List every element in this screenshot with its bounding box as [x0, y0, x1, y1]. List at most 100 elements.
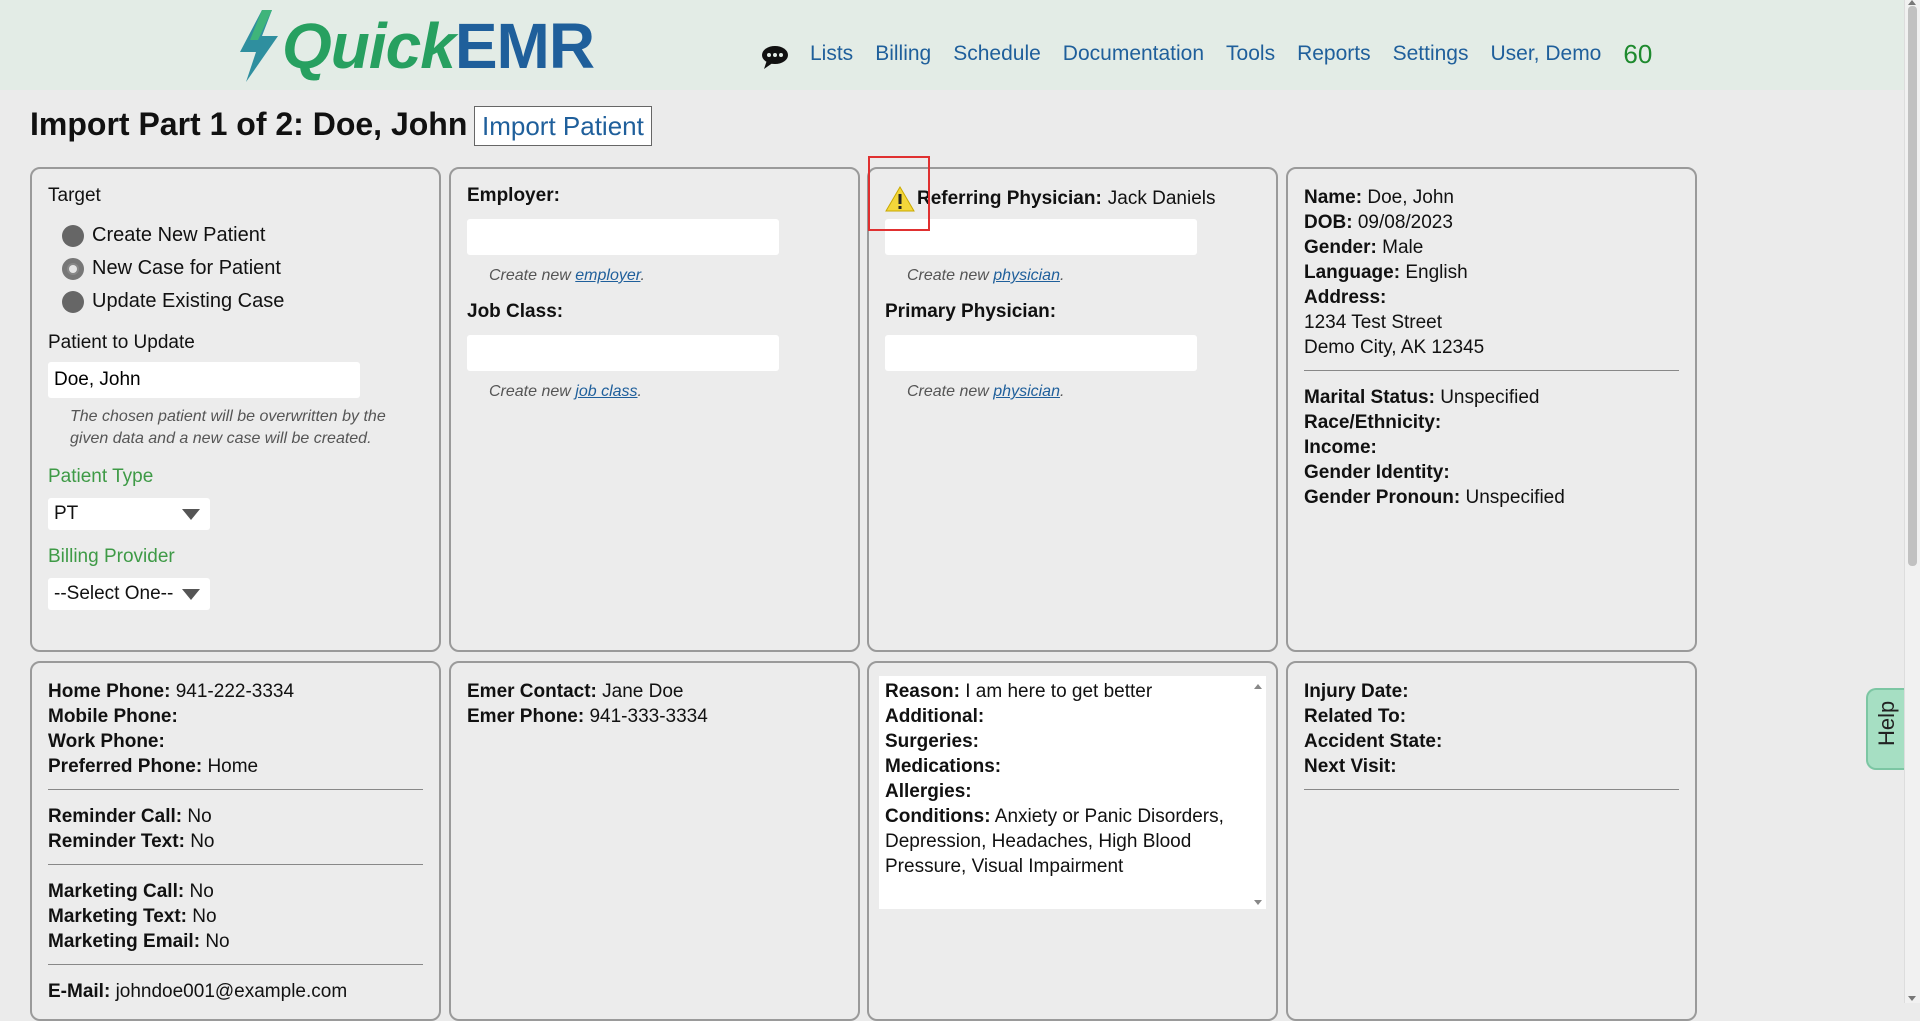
- address-line-2: Demo City, AK 12345: [1304, 337, 1485, 358]
- chevron-down-icon: [182, 589, 200, 600]
- employer-panel: Employer: Create new employer. Job Class…: [449, 167, 860, 652]
- divider: [48, 864, 423, 865]
- employer-input[interactable]: [467, 219, 779, 255]
- nav-settings[interactable]: Settings: [1393, 42, 1469, 66]
- create-physician-link[interactable]: physician: [993, 267, 1060, 284]
- injury-panel: Injury Date: Related To: Accident State:…: [1286, 661, 1697, 1021]
- patient-type-value: PT: [54, 503, 79, 524]
- visit-reason: I am here to get better: [965, 681, 1153, 702]
- referring-physician-input[interactable]: [885, 219, 1197, 255]
- patient-to-update-input[interactable]: [48, 362, 360, 398]
- patient-language: English: [1405, 262, 1468, 283]
- additional-label: Additional:: [885, 706, 985, 727]
- lightning-bolt-icon: [240, 10, 278, 82]
- radio-button[interactable]: [62, 290, 84, 313]
- nav-lists[interactable]: Lists: [810, 42, 853, 66]
- patient-dob: 09/08/2023: [1357, 212, 1453, 233]
- patient-gender: Male: [1382, 237, 1424, 258]
- reminder-call: No: [187, 806, 212, 827]
- medical-history-scrollbox[interactable]: Reason: I am here to get better Addition…: [879, 676, 1266, 909]
- radio-update-existing-case[interactable]: Update Existing Case: [62, 285, 423, 318]
- create-physician-link[interactable]: physician: [993, 383, 1060, 400]
- patient-type-label: Patient Type: [48, 466, 154, 487]
- reminder-text: No: [190, 831, 215, 852]
- patient-to-update-label: Patient to Update: [48, 332, 195, 353]
- marketing-call: No: [189, 881, 214, 902]
- page-title: Import Part 1 of 2: Doe, John: [30, 106, 468, 142]
- billing-provider-label: Billing Provider: [48, 546, 175, 567]
- allergies-label: Allergies:: [885, 781, 972, 802]
- medications-label: Medications:: [885, 756, 1002, 777]
- patient-type-select[interactable]: PT: [48, 498, 210, 530]
- preferred-phone: Home: [207, 756, 259, 777]
- nav-schedule[interactable]: Schedule: [953, 42, 1041, 66]
- help-label: Help: [1874, 700, 1899, 746]
- divider: [1304, 789, 1679, 790]
- divider: [48, 789, 423, 790]
- injury-date-label: Injury Date:: [1304, 681, 1409, 702]
- scroll-down-arrow-icon[interactable]: [1254, 900, 1262, 905]
- radio-label: New Case for Patient: [92, 257, 281, 279]
- referring-physician-label: Referring Physician:: [917, 188, 1102, 209]
- surgeries-label: Surgeries:: [885, 731, 979, 752]
- target-label: Target: [48, 185, 101, 206]
- nav-reports[interactable]: Reports: [1297, 42, 1371, 66]
- primary-physician-hint: Create new physician.: [907, 383, 1065, 400]
- scroll-up-arrow-icon[interactable]: [1254, 684, 1262, 689]
- chat-bubble-icon[interactable]: [760, 44, 790, 70]
- home-phone: 941-222-3334: [175, 681, 295, 702]
- job-class-hint: Create new job class.: [489, 383, 642, 400]
- nav-user-menu[interactable]: User, Demo: [1491, 42, 1602, 66]
- divider: [48, 964, 423, 965]
- referring-physician-row: Referring Physician: Jack Daniels: [885, 185, 1260, 213]
- address-label: Address:: [1304, 287, 1387, 308]
- emergency-contact-name: Jane Doe: [602, 681, 684, 702]
- marketing-email: No: [205, 931, 230, 952]
- quickemr-logo[interactable]: QuickEMR: [236, 6, 595, 86]
- scroll-up-arrow-icon[interactable]: [1908, 0, 1916, 5]
- demographics-panel: Name: Doe, John DOB: 09/08/2023 Gender: …: [1286, 167, 1697, 652]
- radio-new-case-for-patient[interactable]: New Case for Patient: [62, 252, 423, 285]
- create-employer-link[interactable]: employer: [575, 267, 640, 284]
- income-label: Income:: [1304, 437, 1377, 458]
- job-class-input[interactable]: [467, 335, 779, 371]
- physician-panel: Referring Physician: Jack Daniels Create…: [867, 167, 1278, 652]
- address-line-1: 1234 Test Street: [1304, 312, 1443, 333]
- import-patient-button[interactable]: Import Patient: [474, 106, 652, 146]
- divider: [1304, 370, 1679, 371]
- employer-hint: Create new employer.: [489, 267, 645, 284]
- radio-create-new-patient[interactable]: Create New Patient: [62, 219, 423, 252]
- chevron-down-icon: [182, 509, 200, 520]
- patient-name: Doe, John: [1367, 187, 1454, 208]
- nav-billing[interactable]: Billing: [875, 42, 931, 66]
- next-visit-label: Next Visit:: [1304, 756, 1397, 777]
- gender-identity-label: Gender Identity:: [1304, 462, 1450, 483]
- marital-status: Unspecified: [1440, 387, 1540, 408]
- top-bar: QuickEMR Lists Billing Schedule Document…: [0, 0, 1905, 90]
- referring-physician-hint: Create new physician.: [907, 267, 1065, 284]
- mobile-phone-label: Mobile Phone:: [48, 706, 178, 727]
- create-job-class-link[interactable]: job class: [575, 383, 637, 400]
- related-to-label: Related To:: [1304, 706, 1407, 727]
- nav-documentation[interactable]: Documentation: [1063, 42, 1204, 66]
- help-tab[interactable]: Help: [1866, 688, 1906, 770]
- email-address: johndoe001@example.com: [115, 981, 348, 1002]
- scrollbar-thumb[interactable]: [1908, 6, 1917, 566]
- highlight-box: [868, 156, 930, 231]
- emergency-phone: 941-333-3334: [589, 706, 708, 727]
- contact-panel: Home Phone: 941-222-3334 Mobile Phone: W…: [30, 661, 441, 1021]
- job-class-label: Job Class:: [467, 301, 564, 322]
- radio-button-selected[interactable]: [62, 257, 84, 280]
- primary-physician-label: Primary Physician:: [885, 301, 1057, 322]
- primary-physician-input[interactable]: [885, 335, 1197, 371]
- work-phone-label: Work Phone:: [48, 731, 165, 752]
- nav-tools[interactable]: Tools: [1226, 42, 1275, 66]
- page-scrollbar[interactable]: [1904, 0, 1920, 1003]
- referring-physician-value: Jack Daniels: [1107, 188, 1216, 209]
- radio-button[interactable]: [62, 224, 84, 247]
- radio-label: Create New Patient: [92, 224, 266, 246]
- session-timer: 60: [1623, 38, 1653, 69]
- emergency-contact-panel: Emer Contact: Jane Doe Emer Phone: 941-3…: [449, 661, 860, 1021]
- scroll-down-arrow-icon[interactable]: [1908, 996, 1916, 1001]
- billing-provider-select[interactable]: --Select One--: [48, 578, 210, 610]
